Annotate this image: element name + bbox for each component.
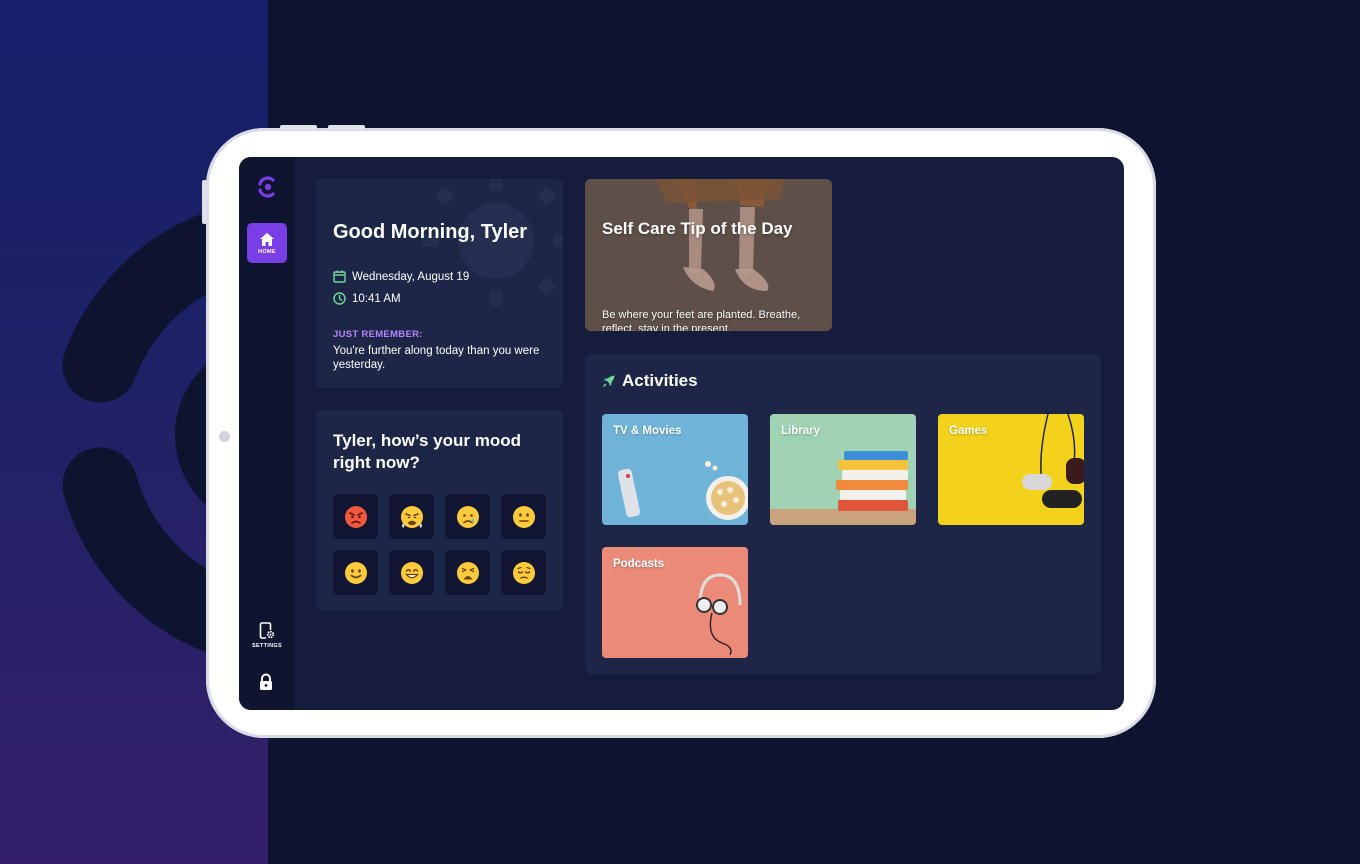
mood-option-sad[interactable] (445, 494, 490, 539)
activity-tile-podcasts[interactable]: Podcasts (602, 547, 748, 658)
tablet-volume-button (280, 125, 317, 130)
clock-icon (333, 292, 346, 305)
app-logo-icon[interactable] (256, 176, 278, 198)
tip-text: Be where your feet are planted. Breathe,… (602, 309, 801, 331)
nav-home-button[interactable]: HOME (247, 223, 287, 263)
time-text: 10:41 AM (352, 292, 401, 305)
app-screen: HOME SETTINGS Good Morning, Tyler Wednes… (239, 157, 1124, 710)
mood-question: Tyler, how’s your mood right now? (333, 431, 521, 472)
mood-card: Tyler, how’s your mood right now? (316, 410, 563, 611)
mood-option-pensive[interactable] (501, 550, 546, 595)
nav-settings-button[interactable]: SETTINGS (245, 617, 289, 653)
nav-settings-label: SETTINGS (252, 642, 282, 649)
tablet-camera (219, 431, 230, 442)
tile-label: Games (949, 425, 988, 437)
mood-grid (333, 494, 547, 595)
activities-title: Activities (622, 371, 698, 390)
time-row: 10:41 AM (333, 292, 401, 305)
lock-icon[interactable] (258, 673, 274, 691)
mood-option-weary[interactable] (445, 550, 490, 595)
mood-option-angry[interactable] (333, 494, 378, 539)
sidebar: HOME SETTINGS (239, 157, 294, 710)
grinning-face-icon (400, 561, 423, 584)
date-text: Wednesday, August 19 (352, 270, 470, 283)
crying-face-icon (456, 505, 479, 528)
greeting-card: Good Morning, Tyler Wednesday, August 19… (316, 179, 563, 388)
nav-home-label: HOME (258, 248, 276, 255)
calendar-icon (333, 270, 346, 283)
tile-label: Podcasts (613, 558, 665, 570)
tablet-power-button (202, 180, 207, 224)
date-row: Wednesday, August 19 (333, 270, 469, 283)
tip-title: Self Care Tip of the Day (602, 219, 793, 238)
mood-option-content[interactable] (333, 550, 378, 595)
tile-label: TV & Movies (613, 425, 682, 437)
huffing-face-icon (400, 505, 423, 528)
mood-option-happy[interactable] (389, 550, 434, 595)
activities-header: Activities (602, 371, 698, 391)
home-icon (260, 232, 274, 246)
activity-tile-tv-movies[interactable]: TV & Movies (602, 414, 748, 525)
remember-text: You're further along today than you were… (333, 345, 540, 371)
tile-label: Library (781, 425, 820, 437)
angry-face-icon (344, 505, 367, 528)
neutral-face-icon (512, 505, 535, 528)
tablet-volume-button (328, 125, 365, 130)
rocket-icon (602, 375, 615, 387)
weary-face-icon (456, 561, 479, 584)
activities-card: Activities TV & Movies Library Games Pod… (585, 354, 1101, 674)
sun-icon (422, 179, 563, 307)
remember-title: JUST REMEMBER: (333, 329, 423, 340)
greeting-title: Good Morning, Tyler (333, 221, 528, 243)
activity-tile-games[interactable]: Games (938, 414, 1084, 525)
self-care-tip-card[interactable]: Self Care Tip of the Day Be where your f… (585, 179, 832, 331)
slight-smile-face-icon (344, 561, 367, 584)
activity-tile-library[interactable]: Library (770, 414, 916, 525)
mood-option-neutral[interactable] (501, 494, 546, 539)
mood-option-frustrated[interactable] (389, 494, 434, 539)
settings-tablet-gear-icon (259, 621, 275, 639)
pensive-face-icon (512, 561, 535, 584)
